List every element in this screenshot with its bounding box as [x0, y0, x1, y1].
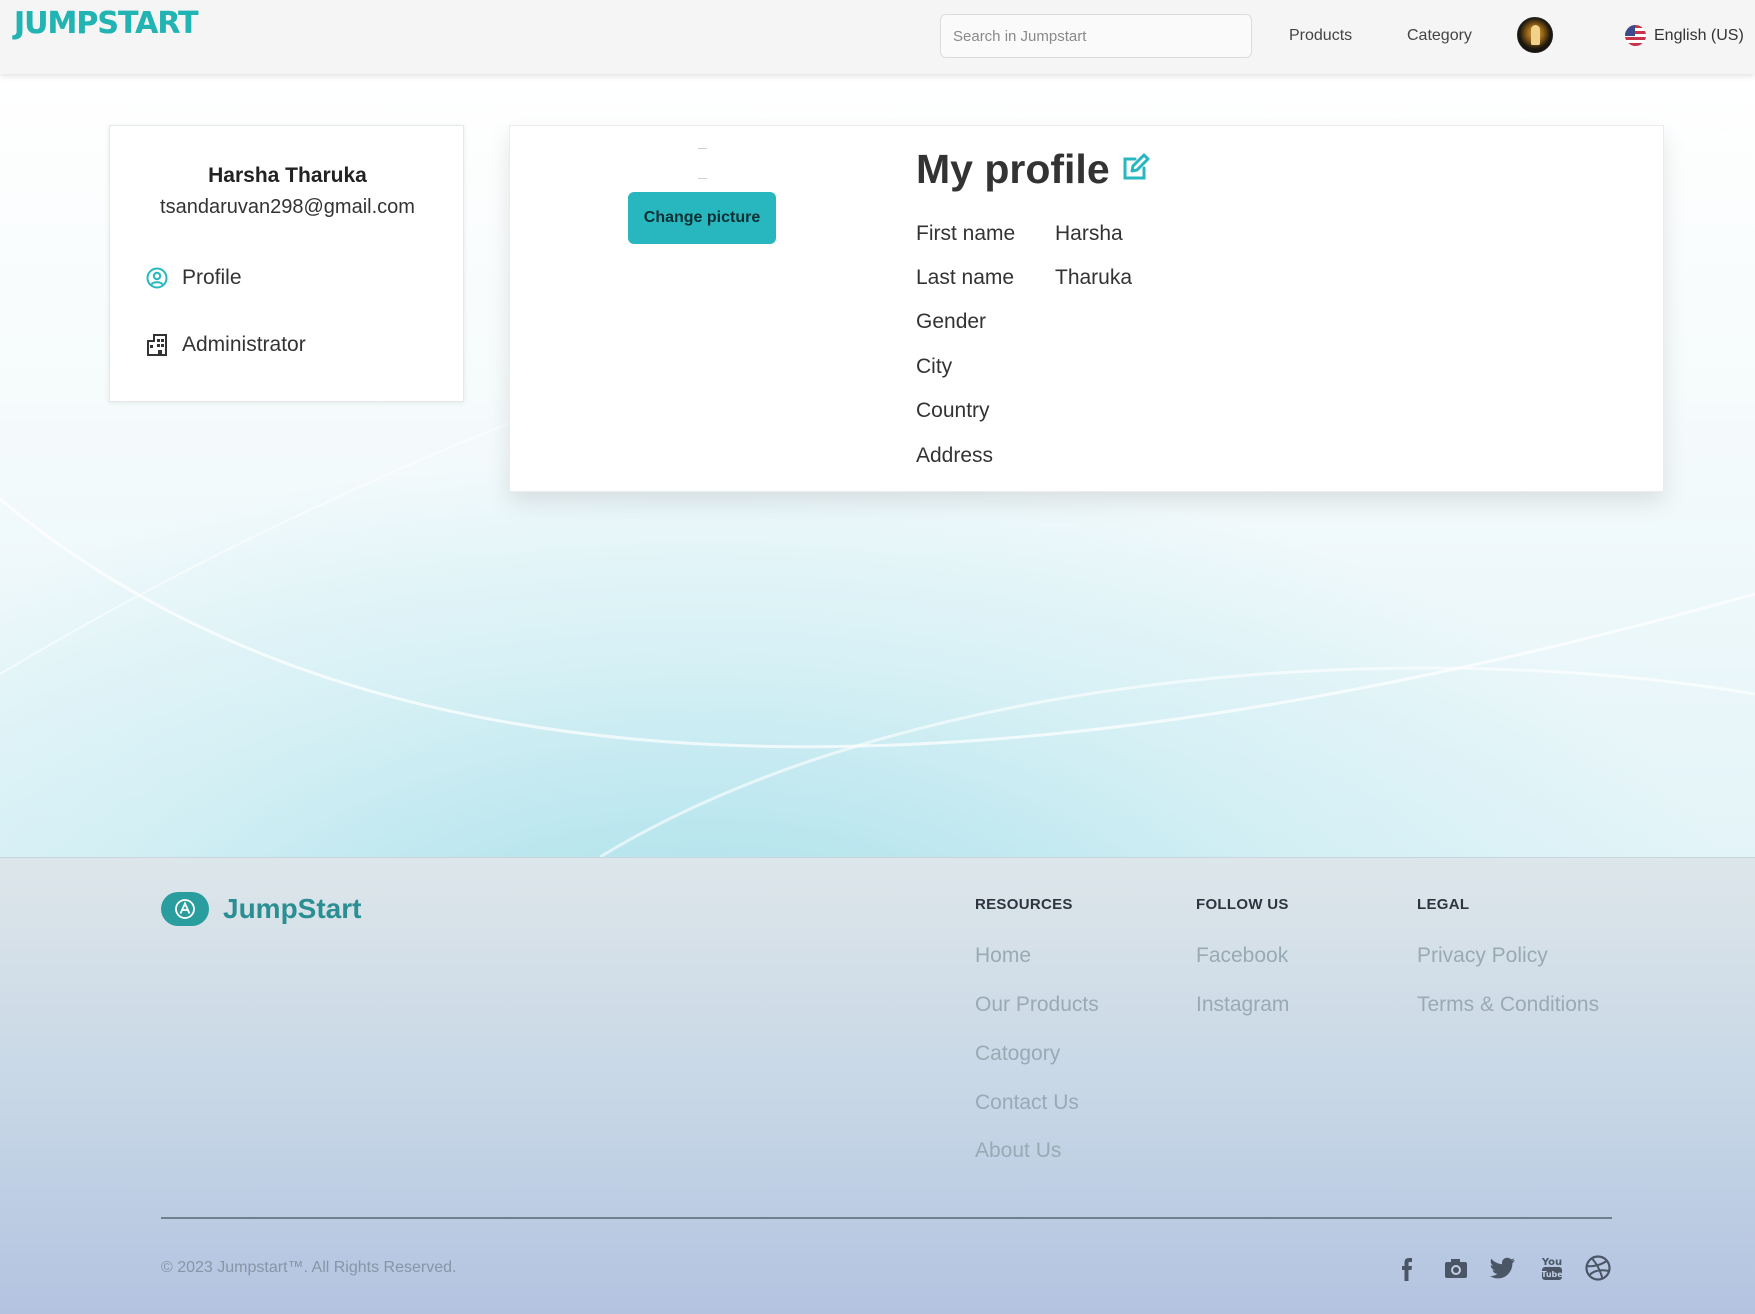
profile-card: Change picture My profile First name Har…	[509, 125, 1664, 492]
sidebar-item-label: Administrator	[182, 333, 306, 356]
footer-logo[interactable]: JumpStart	[161, 892, 361, 926]
footer-link-category[interactable]: Catogory	[975, 1042, 1060, 1066]
jumpstart-logo[interactable]: JUMPSTART	[14, 6, 199, 41]
footer-link-terms-conditions[interactable]: Terms & Conditions	[1417, 993, 1599, 1017]
nav-category-link[interactable]: Category	[1407, 27, 1472, 45]
field-label-first-name: First name	[916, 222, 1016, 245]
footer-heading-follow-us: FOLLOW US	[1196, 896, 1289, 913]
user-name: Harsha Tharuka	[208, 164, 367, 187]
page-title-text: My profile	[916, 146, 1110, 192]
account-sidebar: Harsha Tharuka tsandaruvan298@gmail.com …	[109, 125, 464, 402]
camera-icon[interactable]	[1441, 1253, 1471, 1283]
twitter-icon[interactable]	[1488, 1253, 1518, 1283]
footer-divider	[161, 1217, 1612, 1219]
language-selector[interactable]: English (US)	[1625, 25, 1744, 46]
field-value-last-name: Tharuka	[1055, 266, 1133, 289]
facebook-icon[interactable]	[1392, 1253, 1422, 1283]
language-label: English (US)	[1654, 26, 1744, 44]
field-label-gender: Gender	[916, 310, 987, 333]
site-footer: JumpStart RESOURCES Home Our Products Ca…	[0, 857, 1755, 1314]
footer-heading-resources: RESOURCES	[975, 896, 1073, 913]
copyright-text: © 2023 Jumpstart™. All Rights Reserved.	[161, 1259, 457, 1276]
footer-heading-legal: LEGAL	[1417, 896, 1470, 913]
profile-picture-placeholder	[698, 178, 707, 179]
footer-link-about-us[interactable]: About Us	[975, 1139, 1061, 1163]
profile-picture-placeholder	[698, 148, 707, 149]
change-picture-button[interactable]: Change picture	[628, 192, 776, 244]
dribbble-icon[interactable]	[1583, 1253, 1613, 1283]
edit-icon[interactable]	[1120, 146, 1150, 193]
user-circle-icon	[146, 267, 168, 289]
us-flag-icon	[1625, 25, 1646, 46]
sidebar-item-profile[interactable]: Profile	[146, 266, 242, 290]
field-value-first-name: Harsha	[1055, 222, 1123, 245]
field-label-country: Country	[916, 399, 990, 422]
youtube-icon[interactable]: You Tube	[1537, 1253, 1567, 1283]
svg-text:You: You	[1541, 1257, 1562, 1268]
sidebar-item-administrator[interactable]: Administrator	[146, 333, 306, 357]
brand-logo-icon	[161, 892, 209, 926]
svg-text:Tube: Tube	[1541, 1270, 1563, 1279]
footer-link-privacy-policy[interactable]: Privacy Policy	[1417, 944, 1548, 968]
field-label-address: Address	[916, 444, 994, 467]
footer-link-facebook[interactable]: Facebook	[1196, 944, 1288, 968]
field-label-city: City	[916, 355, 953, 378]
footer-link-our-products[interactable]: Our Products	[975, 993, 1099, 1017]
page-title: My profile	[916, 146, 1150, 193]
building-icon	[146, 333, 168, 357]
footer-link-home[interactable]: Home	[975, 944, 1031, 968]
user-email: tsandaruvan298@gmail.com	[160, 196, 415, 218]
search-input[interactable]	[940, 14, 1252, 58]
footer-link-instagram[interactable]: Instagram	[1196, 993, 1289, 1017]
nav-products-link[interactable]: Products	[1289, 27, 1352, 45]
field-label-last-name: Last name	[916, 266, 1015, 289]
footer-link-contact-us[interactable]: Contact Us	[975, 1091, 1079, 1115]
sidebar-item-label: Profile	[182, 266, 242, 289]
footer-brand-name: JumpStart	[223, 893, 362, 924]
top-navbar: JUMPSTART Products Category English (US)	[0, 0, 1755, 74]
user-avatar[interactable]	[1517, 17, 1553, 53]
